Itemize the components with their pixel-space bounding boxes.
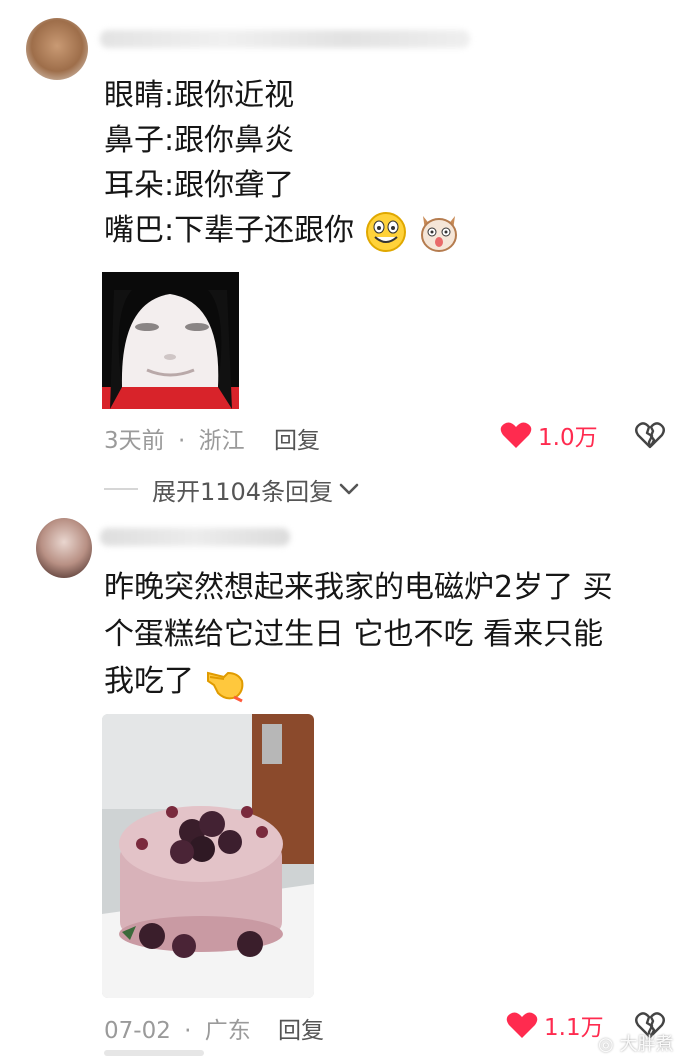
watermark: ◎ 大胖煮 (598, 1030, 673, 1056)
watermark-text: 大胖煮 (619, 1034, 674, 1055)
expand-replies-label: 展开1104条回复 (152, 477, 334, 506)
comment-line: 嘴巴:下辈子还跟你 (104, 208, 461, 254)
weibo-watermark-icon: ◎ (598, 1034, 614, 1055)
meta-separator: · (184, 1018, 192, 1044)
face-meme-illustration (102, 272, 239, 409)
username-blurred[interactable] (100, 528, 290, 546)
expand-replies[interactable]: 展开1104条回复 (104, 474, 361, 506)
avatar[interactable] (26, 18, 88, 80)
like-button[interactable]: 1.0万 (500, 420, 598, 451)
comment-time: 07-02 (104, 1018, 171, 1044)
comment-line: 耳朵:跟你聋了 (104, 168, 295, 203)
dog-emoji (421, 215, 458, 252)
username-blurred[interactable] (100, 30, 470, 48)
comment-location: 广东 (204, 1018, 251, 1044)
comment-line: 昨晚突然想起来我家的电磁炉2岁了 买 (104, 570, 613, 605)
reply-button[interactable]: 回复 (278, 1011, 324, 1045)
comment-line-text: 嘴巴:下辈子还跟你 (104, 213, 355, 248)
meme-image[interactable] (102, 272, 239, 409)
comment-meta: 07-02 · 广东 (104, 1011, 251, 1045)
avatar[interactable] (36, 518, 92, 578)
comment-line: 鼻子:跟你鼻炎 (104, 123, 295, 158)
comment-location: 浙江 (198, 428, 245, 454)
chevron-down-icon (339, 483, 359, 495)
laughing-emoji (365, 211, 406, 252)
comment-line: 眼睛:跟你近视 (104, 78, 295, 113)
comment-line-text: 我吃了 (104, 664, 194, 699)
cake-photo[interactable] (102, 714, 314, 998)
like-count: 1.1万 (544, 1015, 604, 1041)
comment-line: 个蛋糕给它过生日 它也不吃 看来只能 (104, 617, 604, 652)
comment-meta: 3天前 · 浙江 (104, 421, 245, 455)
like-count: 1.0万 (538, 425, 598, 451)
pointing-hand-emoji (206, 671, 243, 702)
meta-separator: · (177, 428, 186, 454)
expand-divider (104, 488, 138, 490)
comment-time: 3天前 (104, 428, 165, 454)
cake-illustration (102, 714, 314, 998)
broken-heart-icon[interactable] (634, 421, 666, 449)
comment-line: 我吃了 (104, 659, 248, 704)
next-comment-partial (104, 1050, 204, 1056)
like-button[interactable]: 1.1万 (506, 1010, 604, 1041)
reply-button[interactable]: 回复 (274, 421, 320, 455)
heart-icon (506, 1012, 538, 1038)
heart-icon (500, 422, 532, 448)
